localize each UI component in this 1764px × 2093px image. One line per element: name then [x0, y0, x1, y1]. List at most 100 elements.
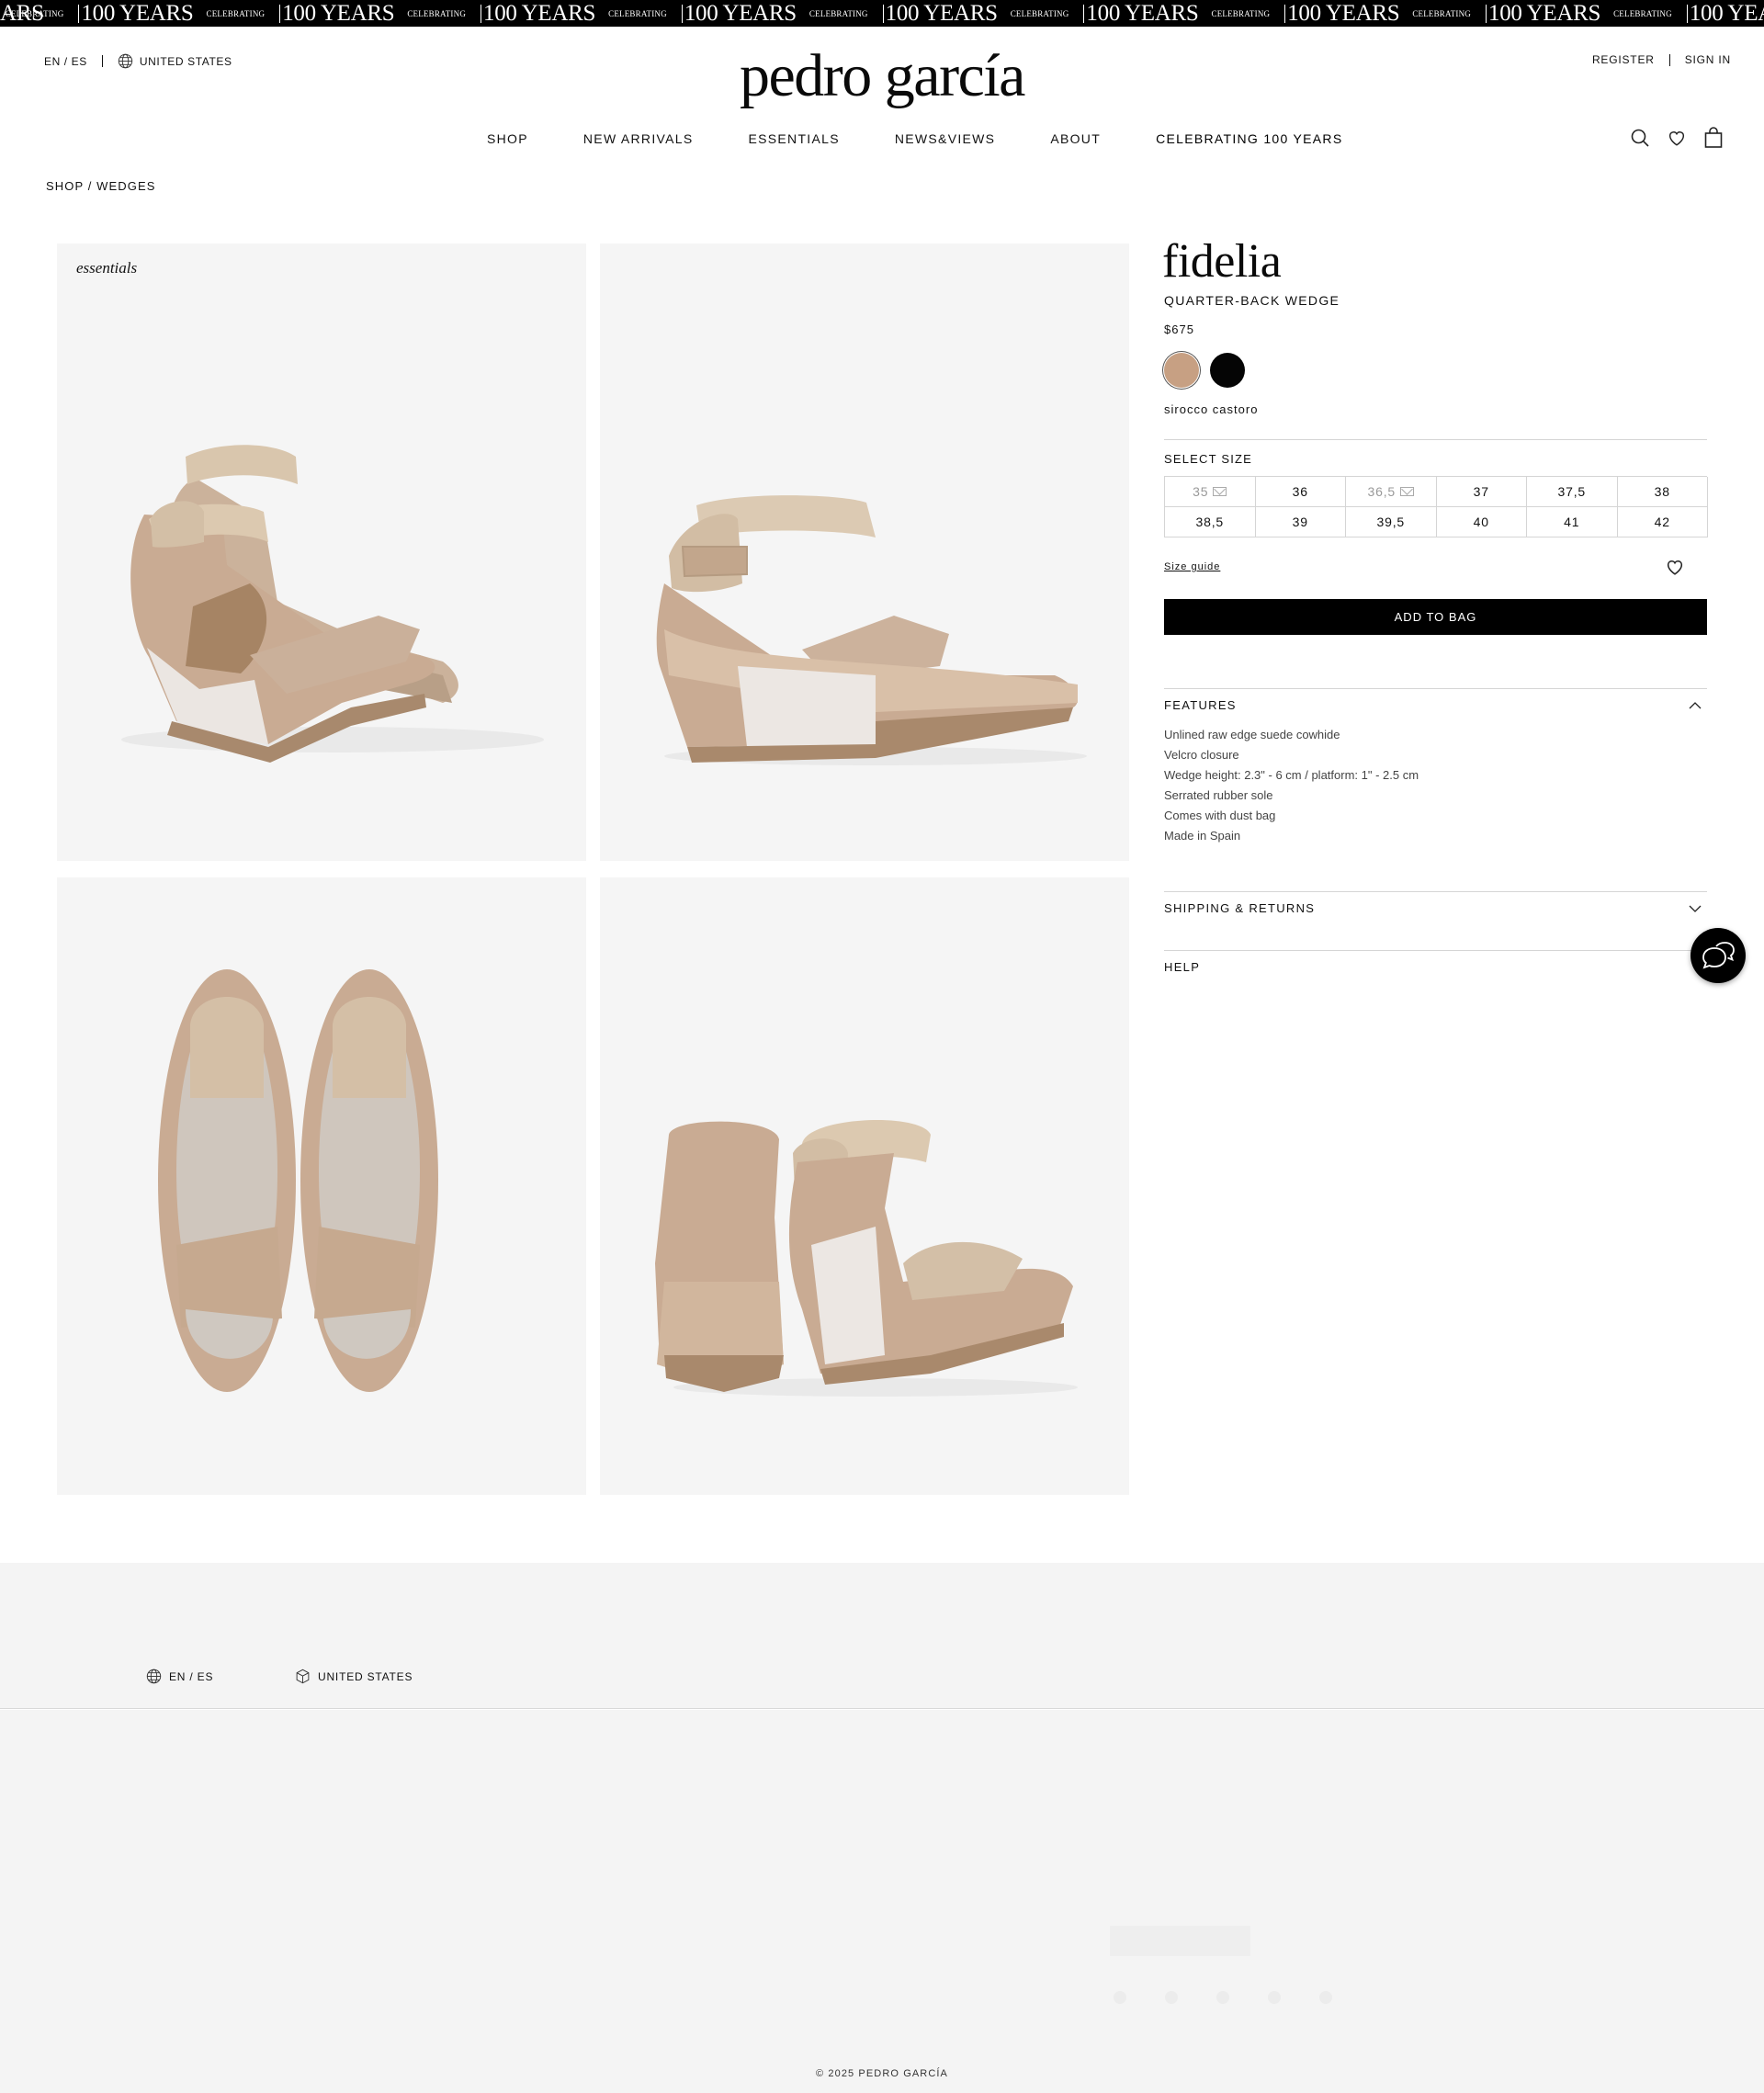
- marquee-item: CELEBRATING 100 YEARS: [0, 0, 194, 27]
- product-name: fidelia: [1162, 235, 1282, 288]
- size-option[interactable]: 38: [1617, 477, 1708, 507]
- select-size-label: SELECT SIZE: [1164, 452, 1253, 466]
- chat-button[interactable]: [1690, 928, 1746, 983]
- size-option[interactable]: 36,5: [1346, 477, 1437, 507]
- feature-item: Wedge height: 2.3" - 6 cm / platform: 1"…: [1164, 768, 1419, 782]
- sign-in-link[interactable]: SIGN IN: [1685, 53, 1731, 66]
- size-label: 39: [1292, 515, 1308, 529]
- product-image-4[interactable]: [600, 877, 1129, 1495]
- footer-country[interactable]: UNITED STATES: [295, 1669, 413, 1684]
- footer-locale-bar: EN / ES UNITED STATES: [0, 1563, 1764, 1709]
- help-header[interactable]: HELP: [1164, 960, 1707, 974]
- marquee-item: CELEBRATING 100 YEARS: [998, 0, 1199, 27]
- copyright: © 2025 PEDRO GARCÍA: [816, 2068, 948, 2079]
- features-accordion: FEATURES Unlined raw edge suede cowhide V…: [1164, 688, 1707, 846]
- social-links: [1114, 1991, 1371, 2004]
- bag-icon[interactable]: [1703, 127, 1724, 149]
- wishlist-heart-icon[interactable]: [1665, 557, 1685, 577]
- marquee-big-text: 100 YEARS: [684, 1, 797, 26]
- divider: [1164, 439, 1707, 440]
- marquee-small-text: CELEBRATING: [808, 8, 868, 18]
- social-icon[interactable]: [1319, 1991, 1332, 2004]
- features-header[interactable]: FEATURES: [1164, 698, 1707, 712]
- heart-icon[interactable]: [1667, 128, 1687, 148]
- divider: [1164, 688, 1707, 689]
- size-option[interactable]: 37,5: [1527, 477, 1618, 507]
- size-label: 38,5: [1195, 515, 1224, 529]
- size-label: 35: [1193, 484, 1209, 499]
- shipping-header[interactable]: SHIPPING & RETURNS: [1164, 901, 1707, 915]
- marquee-big-text: 100 YEARS: [282, 1, 395, 26]
- divider: [1164, 891, 1707, 892]
- nav-shop[interactable]: SHOP: [487, 131, 528, 146]
- size-label: 41: [1564, 515, 1580, 529]
- size-label: 42: [1654, 515, 1670, 529]
- wedge-pair-image: [121, 445, 544, 763]
- marquee-small-text: CELEBRATING: [5, 8, 64, 18]
- notify-mail-icon: [1213, 487, 1227, 496]
- marquee-item: CELEBRATING 100 YEARS: [1199, 0, 1400, 27]
- marquee-small-text: CELEBRATING: [1010, 8, 1069, 18]
- divider: [1668, 53, 1670, 66]
- nav-essentials[interactable]: ESSENTIALS: [748, 131, 839, 146]
- swatch-black[interactable]: [1210, 353, 1245, 388]
- marquee-big-text: 100 YEARS: [1689, 1, 1764, 26]
- marquee-small-text: CELEBRATING: [206, 8, 266, 18]
- size-option[interactable]: 38,5: [1165, 507, 1256, 537]
- size-label: 39,5: [1376, 515, 1405, 529]
- footer-language-label: EN / ES: [169, 1669, 214, 1683]
- breadcrumb[interactable]: SHOP / WEDGES: [46, 179, 156, 193]
- marquee-big-text: 100 YEARS: [81, 1, 194, 26]
- newsletter-button-placeholder: [1110, 1926, 1250, 1956]
- marquee-item: CELEBRATING 100 YEARS: [194, 0, 395, 27]
- announcement-marquee: ARS CELEBRATING 100 YEARS CELEBRATING 100 Y…: [0, 0, 1764, 27]
- marquee-small-text: CELEBRATING: [1412, 8, 1472, 18]
- size-option[interactable]: 39,5: [1346, 507, 1437, 537]
- brand-logo[interactable]: pedro garcía: [0, 43, 1764, 109]
- wedge-side-image: [656, 495, 1087, 765]
- marquee-big-text: 100 YEARS: [1086, 1, 1199, 26]
- color-swatches: [1164, 353, 1707, 388]
- size-label: 38: [1654, 484, 1670, 499]
- marquee-item: CELEBRATING 100 YEARS: [1399, 0, 1600, 27]
- social-icon[interactable]: [1268, 1991, 1281, 2004]
- nav-about[interactable]: ABOUT: [1050, 131, 1101, 146]
- size-option[interactable]: 42: [1617, 507, 1708, 537]
- product-gallery: essentials: [57, 243, 1130, 1496]
- size-option[interactable]: 40: [1436, 507, 1527, 537]
- feature-item: Made in Spain: [1164, 829, 1241, 843]
- size-option[interactable]: 35: [1165, 477, 1256, 507]
- wedge-back-image: [655, 1119, 1078, 1397]
- product-image-3[interactable]: [57, 877, 586, 1495]
- search-icon[interactable]: [1630, 128, 1650, 148]
- product-image-2[interactable]: [600, 243, 1129, 861]
- marquee-divider: [1486, 4, 1487, 23]
- size-option[interactable]: 39: [1255, 507, 1346, 537]
- marquee-small-text: CELEBRATING: [1211, 8, 1271, 18]
- marquee-small-text: CELEBRATING: [1613, 8, 1672, 18]
- size-option[interactable]: 41: [1527, 507, 1618, 537]
- shipping-accordion: SHIPPING & RETURNS: [1164, 891, 1707, 915]
- nav-celebrating-100-years[interactable]: CELEBRATING 100 YEARS: [1156, 131, 1342, 146]
- product-image-1[interactable]: essentials: [57, 243, 586, 861]
- add-to-bag-button[interactable]: ADD TO BAG: [1164, 599, 1707, 635]
- product-price: $675: [1164, 322, 1194, 336]
- swatch-sirocco-castoro[interactable]: [1164, 353, 1199, 388]
- social-icon[interactable]: [1165, 1991, 1178, 2004]
- footer-language[interactable]: EN / ES: [146, 1669, 213, 1684]
- marquee-divider: [78, 4, 80, 23]
- header-icons: [1613, 127, 1724, 149]
- box-icon: [296, 1669, 310, 1684]
- size-label: 37,5: [1557, 484, 1586, 499]
- feature-item: Unlined raw edge suede cowhide: [1164, 728, 1340, 741]
- size-guide-link[interactable]: Size guide: [1164, 561, 1220, 572]
- size-option[interactable]: 36: [1255, 477, 1346, 507]
- social-icon[interactable]: [1216, 1991, 1229, 2004]
- social-icon[interactable]: [1114, 1991, 1126, 2004]
- register-link[interactable]: REGISTER: [1592, 53, 1655, 66]
- marquee-divider: [1083, 4, 1085, 23]
- size-option[interactable]: 37: [1436, 477, 1527, 507]
- marquee-item: CELEBRATING 100 YEARS: [595, 0, 797, 27]
- nav-news-views[interactable]: NEWS&VIEWS: [895, 131, 995, 146]
- nav-new-arrivals[interactable]: NEW ARRIVALS: [583, 131, 694, 146]
